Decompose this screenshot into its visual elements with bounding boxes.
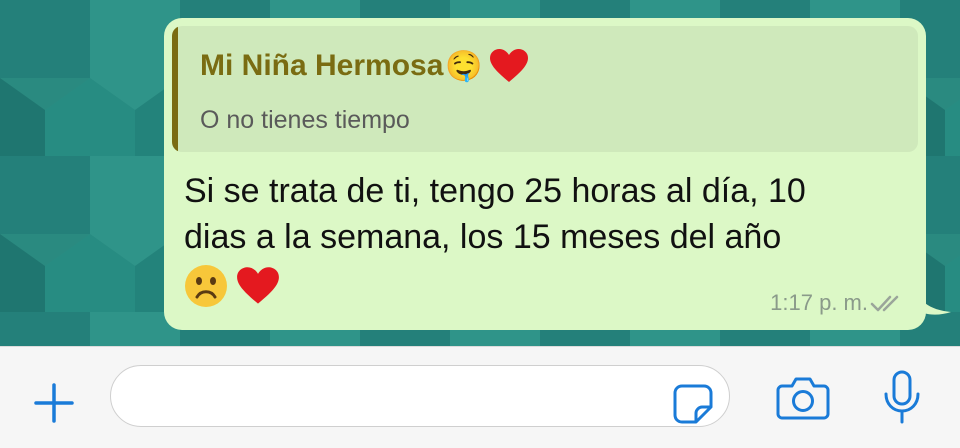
read-receipt-icon — [870, 295, 899, 312]
message-timestamp: 1:17 p. m. — [770, 290, 868, 315]
quote-author: Mi Niña Hermosa 🤤 — [200, 48, 529, 84]
message-bubble[interactable]: Mi Niña Hermosa 🤤 O no tienes tiempo Si … — [164, 18, 926, 330]
message-line: Si se trata de ti, tengo 25 horas al día… — [184, 172, 806, 210]
attach-plus-icon[interactable] — [30, 379, 78, 427]
microphone-icon[interactable] — [882, 370, 922, 426]
quote-author-name: Mi Niña Hermosa — [200, 49, 444, 82]
heart-icon — [237, 267, 279, 304]
message-input[interactable] — [110, 365, 730, 427]
message-text: Si se trata de ti, tengo 25 horas al día… — [184, 168, 904, 260]
quoted-message[interactable]: Mi Niña Hermosa 🤤 O no tienes tiempo — [172, 26, 918, 152]
quote-accent-bar — [172, 26, 178, 152]
message-line: dias a la semana, los 15 meses del año — [184, 218, 782, 256]
quote-text: O no tienes tiempo — [200, 106, 410, 134]
heart-icon — [489, 49, 528, 82]
drooling-face-emoji: 🤤 — [445, 49, 483, 83]
camera-icon[interactable] — [776, 374, 830, 422]
frowning-face-icon — [185, 265, 227, 307]
message-emojis — [184, 264, 280, 308]
sticker-icon[interactable] — [672, 383, 714, 425]
